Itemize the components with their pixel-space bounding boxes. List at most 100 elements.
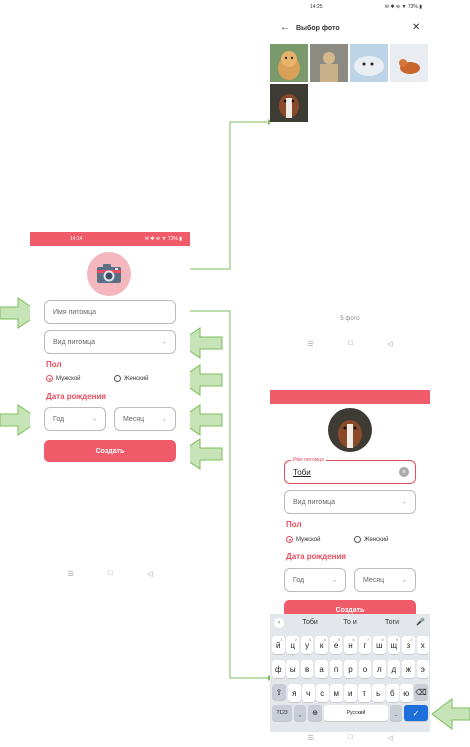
menu-icon[interactable]: ☰ <box>67 570 73 578</box>
fox-photo-icon <box>390 44 428 82</box>
letter-key[interactable]: п <box>329 660 343 678</box>
letter-key[interactable]: р <box>344 660 357 678</box>
gender-male-label: Мужской <box>56 375 81 382</box>
microphone-icon[interactable]: 🎤 <box>416 618 425 626</box>
letter-key[interactable]: о <box>358 660 372 678</box>
dot-key[interactable]: . <box>390 705 402 721</box>
photo-thumb-dog-vase[interactable] <box>310 44 348 82</box>
year-select[interactable]: Год ⌄ <box>284 568 346 592</box>
gender-label: Пол <box>286 520 302 529</box>
radio-selected-icon <box>46 375 53 382</box>
letter-key[interactable]: г7 <box>358 636 372 654</box>
gender-female-radio[interactable]: Женский <box>354 536 388 543</box>
letter-key[interactable]: ф <box>272 660 285 678</box>
letter-key[interactable]: л <box>373 660 386 678</box>
back-icon[interactable]: ◁ <box>387 734 392 742</box>
back-icon[interactable]: ◁ <box>147 570 152 578</box>
menu-icon[interactable]: ☰ <box>307 734 313 742</box>
create-button[interactable]: Создать <box>44 440 176 462</box>
letter-key[interactable]: щ9 <box>387 636 401 654</box>
key-number-hint: 6 <box>352 637 355 642</box>
clear-icon[interactable]: × <box>399 467 409 477</box>
gender-male-label: Мужской <box>296 536 321 543</box>
suggestion-3[interactable]: Тоги <box>374 619 410 626</box>
photo-thumb-fox[interactable] <box>390 44 428 82</box>
home-icon[interactable]: □ <box>108 570 112 578</box>
radio-empty-icon <box>114 375 121 382</box>
chevron-down-icon: ⌄ <box>401 499 407 506</box>
letter-key[interactable]: ц2 <box>286 636 299 654</box>
suggestion-2[interactable]: То и <box>332 619 368 626</box>
letter-key[interactable]: э <box>416 660 429 678</box>
back-arrow-icon[interactable]: ← <box>280 22 290 33</box>
pet-name-float-label: Имя питомца <box>291 457 326 463</box>
add-photo-button[interactable] <box>87 252 131 296</box>
letter-key[interactable]: у3 <box>300 636 314 654</box>
letter-key[interactable]: м <box>330 684 343 702</box>
month-select[interactable]: Месяц ⌄ <box>114 407 176 431</box>
pet-name-input[interactable]: Имя питомца <box>44 300 176 324</box>
home-icon[interactable]: □ <box>348 340 352 348</box>
seal-photo-icon <box>350 44 388 82</box>
menu-icon[interactable]: ☰ <box>307 340 313 348</box>
letter-key[interactable]: ч <box>302 684 315 702</box>
letter-key[interactable]: ш8 <box>373 636 386 654</box>
letter-key[interactable]: ы <box>286 660 299 678</box>
radio-empty-icon <box>354 536 361 543</box>
close-icon[interactable]: ✕ <box>412 22 420 33</box>
key-number-hint: 1 <box>280 637 283 642</box>
space-key[interactable]: Русский <box>324 705 388 721</box>
gender-male-radio[interactable]: Мужской <box>46 375 81 382</box>
gender-female-radio[interactable]: Женский <box>114 375 148 382</box>
letter-key[interactable]: д <box>387 660 401 678</box>
shift-key[interactable]: ⇧ <box>272 684 286 700</box>
expand-suggestions-icon[interactable]: › <box>274 618 284 628</box>
home-icon[interactable]: □ <box>348 734 352 742</box>
letter-key[interactable]: ж <box>402 660 415 678</box>
comma-key[interactable]: , <box>294 705 306 721</box>
letter-key[interactable]: ю <box>400 684 413 702</box>
letter-key[interactable]: а <box>315 660 328 678</box>
letter-key[interactable]: н6 <box>344 636 357 654</box>
chevron-down-icon: ⌄ <box>331 577 337 584</box>
pet-name-input[interactable]: Имя питомца Тоби × <box>284 457 416 484</box>
letter-key[interactable]: и <box>344 684 357 702</box>
pet-type-select[interactable]: Вид питомца ⌄ <box>284 490 416 514</box>
pet-avatar[interactable] <box>328 408 372 452</box>
photo-thumb-dog-selected[interactable] <box>270 84 308 122</box>
globe-icon[interactable]: ⊕ <box>308 705 322 721</box>
numbers-key[interactable]: ?123 <box>272 705 292 721</box>
pet-type-select[interactable]: Вид питомца ⌄ <box>44 330 176 354</box>
back-icon[interactable]: ◁ <box>387 340 392 348</box>
form-screen: 14:14 ✉ ✱ ⊜ ▼ 73% ▮ Имя питомца Вид пито… <box>30 232 190 592</box>
pet-type-placeholder: Вид питомца <box>53 338 96 346</box>
letter-key[interactable]: б <box>386 684 399 702</box>
letter-key[interactable]: к4 <box>315 636 328 654</box>
letter-key[interactable]: т <box>358 684 371 702</box>
suggestion-1[interactable]: Тоби <box>292 619 328 626</box>
letter-key[interactable]: ь <box>372 684 385 702</box>
dog-photo-icon <box>270 84 308 122</box>
photo-thumb-seal[interactable] <box>350 44 388 82</box>
year-select[interactable]: Год ⌄ <box>44 407 106 431</box>
letter-key[interactable]: е5 <box>329 636 343 654</box>
letter-key[interactable]: с <box>316 684 329 702</box>
chevron-down-icon: ⌄ <box>161 339 167 346</box>
status-bar: 14:14 ✉ ✱ ⊜ ▼ 73% ▮ <box>30 232 190 246</box>
key-number-hint: 2 <box>294 637 297 642</box>
letter-key[interactable]: я <box>288 684 301 702</box>
chevron-down-icon: ⌄ <box>401 577 407 584</box>
backspace-key[interactable]: ⌫ <box>414 684 428 700</box>
pet-type-placeholder: Вид питомца <box>293 498 336 506</box>
letter-key[interactable]: з0 <box>402 636 415 654</box>
photo-thumb-cat[interactable] <box>270 44 308 82</box>
letter-key[interactable]: й1 <box>272 636 285 654</box>
letter-key[interactable]: в <box>300 660 314 678</box>
month-select[interactable]: Месяц ⌄ <box>354 568 416 592</box>
pet-name-value: Тоби <box>293 467 311 477</box>
done-key[interactable]: ✓ <box>404 705 428 721</box>
filled-screen: Имя питомца Тоби × Вид питомца ⌄ Пол Муж… <box>270 390 430 747</box>
gender-male-radio[interactable]: Мужской <box>286 536 321 543</box>
pet-name-placeholder: Имя питомца <box>53 308 97 316</box>
letter-key[interactable]: х <box>416 636 429 654</box>
